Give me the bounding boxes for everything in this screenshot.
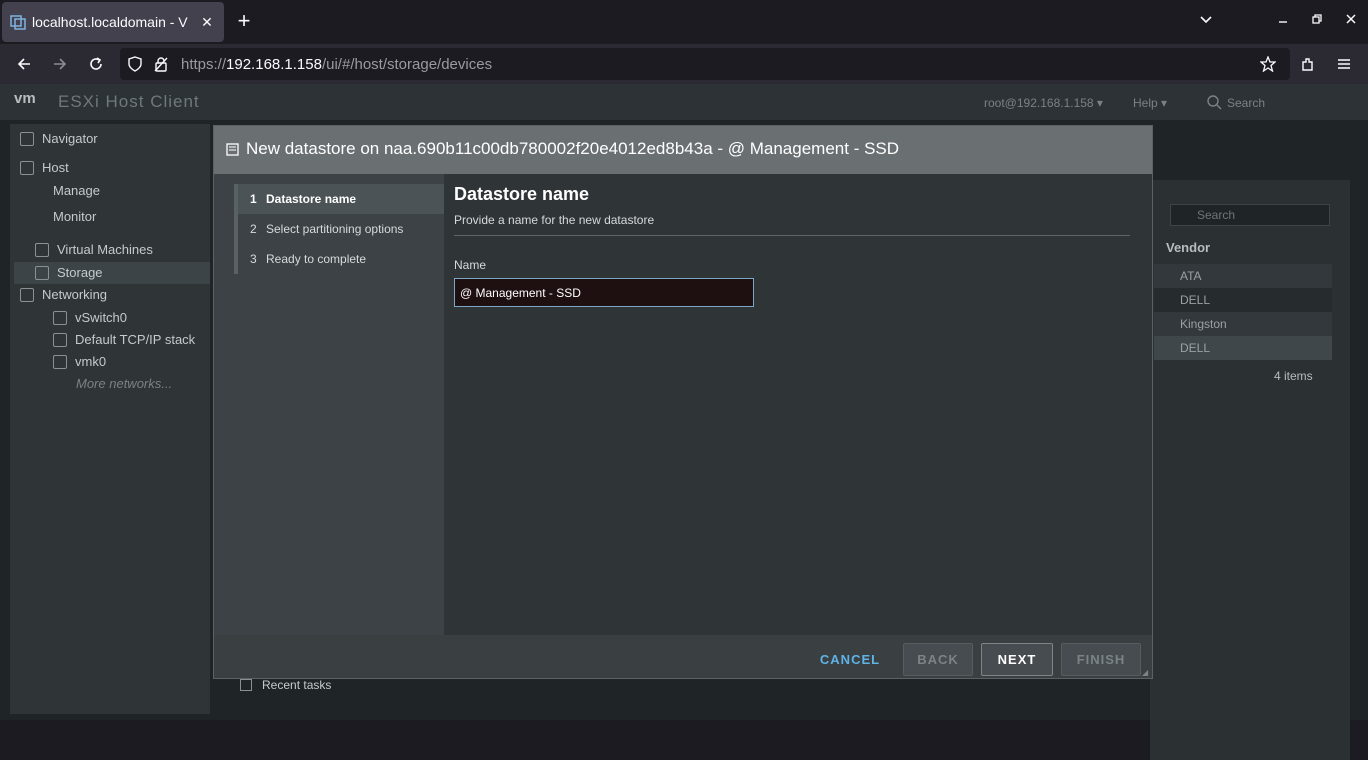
nav-item-storage[interactable]: Storage [35,265,103,280]
url-path: /ui/#/host/storage/devices [321,56,493,73]
step-number: 1 [250,192,257,206]
device-search-placeholder: Search [1197,208,1236,222]
nav-label-networking: Networking [42,287,108,302]
vm-logo: vm [14,90,36,107]
nav-label-tcpip: Default TCP/IP stack [75,332,196,347]
navigator-title-label: Navigator [42,131,98,146]
step-number: 3 [250,252,257,266]
forward-arrow-icon[interactable] [50,54,70,74]
nav-item-more-networks[interactable]: More networks... [76,376,172,391]
wizard-step-partitioning[interactable]: 2 Select partitioning options [238,214,444,244]
nav-item-networking[interactable]: Networking [20,287,107,302]
new-datastore-dialog: New datastore on naa.690b11c00db780002f2… [213,125,1153,679]
step-label: Datastore name [266,192,357,206]
bookmark-star-icon[interactable] [1259,55,1277,77]
item-count: 4 items [1274,369,1313,383]
nav-label-vswitch0: vSwitch0 [75,310,128,325]
address-bar[interactable]: https://192.168.1.158/ui/#/host/storage/… [120,48,1290,80]
nav-item-monitor[interactable]: Monitor [53,209,96,224]
nav-label-vms: Virtual Machines [57,242,153,257]
home-icon [20,131,34,146]
browser-tab-bar: localhost.localdomain - V ✕ + [0,0,1368,44]
tasks-icon [240,679,252,691]
help-menu[interactable]: Help ▾ [1133,96,1167,110]
stack-icon [53,332,67,347]
tab-title: localhost.localdomain - V [32,14,188,30]
device-table-panel: Search Vendor ATA DELL Kingston DELL 4 i… [1150,180,1350,760]
nav-item-tcpip-stack[interactable]: Default TCP/IP stack [53,332,195,347]
table-row[interactable]: ATA [1154,264,1332,288]
browser-tab[interactable]: localhost.localdomain - V ✕ [2,2,224,42]
finish-button[interactable]: FINISH [1061,643,1141,676]
navigator-panel [10,124,210,714]
modal-title: New datastore on naa.690b11c00db780002f2… [246,139,900,158]
browser-nav-bar: https://192.168.1.158/ui/#/host/storage/… [0,44,1368,84]
url-text[interactable]: https://192.168.1.158/ui/#/host/storage/… [181,56,492,73]
step-number: 2 [250,222,257,236]
restore-icon[interactable] [1307,12,1327,32]
nav-label-vmk0: vmk0 [75,354,107,369]
step-label: Select partitioning options [266,222,404,236]
shield-icon[interactable] [127,56,143,77]
nav-item-vmk0[interactable]: vmk0 [53,354,106,369]
table-row[interactable]: DELL [1154,336,1332,360]
modal-footer: CANCEL BACK NEXT FINISH ◢ [214,635,1152,678]
nav-item-virtual-machines[interactable]: Virtual Machines [35,242,153,257]
url-host: 192.168.1.158 [226,56,322,73]
datastore-icon [225,141,241,157]
nav-label-storage: Storage [57,265,103,280]
nav-item-manage[interactable]: Manage [53,183,100,198]
device-search-input[interactable]: Search [1170,204,1330,226]
vmkernel-icon [53,354,67,369]
search-icon[interactable] [1206,94,1222,115]
name-field-label: Name [454,258,487,272]
app-header: vm ESXi Host Client root@192.168.1.158 ▾… [0,84,1368,120]
back-arrow-icon[interactable] [14,54,34,74]
minimize-icon[interactable] [1273,12,1293,32]
wizard-step-ready[interactable]: 3 Ready to complete [238,244,444,274]
menu-hamburger-icon[interactable] [1334,54,1354,74]
vmware-favicon-icon [10,14,26,30]
host-icon [20,160,34,175]
table-row[interactable]: DELL [1154,288,1332,312]
extensions-icon[interactable] [1298,54,1318,74]
datastore-name-input[interactable] [454,278,754,307]
vm-icon [35,242,49,257]
vendor-column-header[interactable]: Vendor [1166,240,1210,255]
vswitch-icon [53,310,67,325]
recent-tasks-label: Recent tasks [262,678,332,692]
back-button[interactable]: BACK [903,643,973,676]
nav-item-vswitch0[interactable]: vSwitch0 [53,310,127,325]
wizard-content: Datastore name Provide a name for the ne… [444,174,1152,635]
nav-label-host: Host [42,160,69,175]
network-icon [20,287,34,302]
modal-header: New datastore on naa.690b11c00db780002f2… [214,126,1152,174]
cancel-button[interactable]: CANCEL [811,643,889,676]
navigator-title: Navigator [20,131,98,146]
url-scheme: https:// [181,56,227,73]
storage-icon [35,265,49,280]
step-label: Ready to complete [266,252,367,266]
app-title: ESXi Host Client [58,92,200,111]
content-subtitle: Provide a name for the new datastore [454,213,655,227]
divider [454,235,1130,236]
close-window-icon[interactable] [1341,12,1361,32]
tab-close-icon[interactable]: ✕ [198,14,216,31]
global-search-input[interactable]: Search [1227,96,1265,110]
reload-icon[interactable] [86,54,106,74]
user-menu[interactable]: root@192.168.1.158 ▾ [984,96,1103,110]
nav-item-host[interactable]: Host [20,160,69,175]
new-tab-button[interactable]: + [234,10,254,32]
tab-list-icon[interactable] [1196,12,1216,32]
wizard-step-datastore-name[interactable]: 1 Datastore name [238,184,444,214]
wizard-steps: 1 Datastore name 2 Select partitioning opt… [214,174,444,635]
insecure-lock-icon[interactable] [153,56,169,77]
content-title: Datastore name [454,184,590,204]
table-row[interactable]: Kingston [1154,312,1332,336]
resize-grip-icon[interactable]: ◢ [1142,668,1150,677]
next-button[interactable]: NEXT [981,643,1053,676]
